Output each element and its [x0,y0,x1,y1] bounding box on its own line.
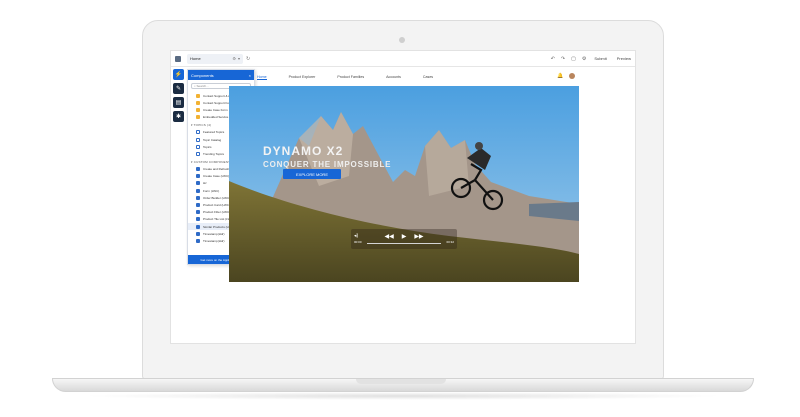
nav-item[interactable]: Cases [423,75,433,79]
builder-topbar: Home ⚙ ▾ ↻ ↶ ↷ ▢ ⚙ Submit Preview [171,51,635,67]
theme-icon[interactable]: ✎ [173,83,184,94]
play-icon[interactable]: ▶ [402,233,407,240]
seek-bar[interactable] [367,243,441,244]
yellow-component-icon [196,100,200,105]
blue-component-icon [196,174,200,179]
submit-button[interactable]: Submit [592,55,608,62]
pages-icon[interactable]: ▤ [173,97,184,108]
builder-icon-rail: ⚡ ✎ ▤ ✱ [173,69,187,129]
components-icon[interactable]: ⚡ [173,69,184,80]
explore-more-button[interactable]: EXPLORE MORE [283,169,341,179]
nav-item[interactable]: Product Families [337,75,364,79]
component-label: Order Builder (LWC) [203,195,231,200]
component-label: Topic Catalog [203,137,222,142]
nav-item[interactable]: Accounts [386,75,401,79]
blue-component-icon [196,231,200,236]
tab-home-label: Home [190,56,201,61]
component-label: Trending Topics [203,151,225,156]
component-label: Featured Topics [203,130,225,135]
blue-component-icon [196,203,200,208]
bell-icon[interactable]: 🔔 [557,73,563,79]
search-placeholder: Search... [196,84,209,88]
component-label: Timestamp(Hdr) [203,231,225,236]
blue-component-icon [196,210,200,215]
blue-component-icon [196,188,200,193]
tab-home[interactable]: Home ⚙ ▾ [187,53,243,64]
yellow-component-icon [196,115,200,120]
laptop-screen: Home ⚙ ▾ ↻ ↶ ↷ ▢ ⚙ Submit Preview ⚡ ✎ ▤ … [170,50,636,344]
hero-title: DYNAMO X2 [263,144,344,158]
webcam-icon [399,37,405,43]
gear-icon[interactable]: ⚙ [582,56,586,62]
site-nav: Home Product Explorer Product Families Acco… [257,73,577,81]
blue-component-icon [196,217,200,222]
hero-banner: DYNAMO X2 CONQUER THE IMPOSSIBLE EXPLORE… [229,86,579,282]
outline-component-icon [196,130,200,135]
remaining-time: 00:32 [446,240,454,244]
close-icon[interactable]: × [249,73,251,78]
mountain-bike-photo [229,86,579,282]
component-label: Form (LWC) [203,188,220,193]
component-label: Topics [203,144,212,149]
hero-subtitle: CONQUER THE IMPOSSIBLE [263,160,392,169]
fast-forward-icon[interactable]: ▶▶ [414,233,423,240]
yellow-component-icon [196,107,200,112]
avatar[interactable] [569,73,576,79]
undo-icon[interactable]: ↶ [551,56,555,62]
nav-item[interactable]: Home [257,75,267,80]
blue-component-icon [196,238,200,243]
preview-button[interactable]: Preview [615,55,633,62]
rewind-icon[interactable]: ◀◀ [384,233,393,240]
component-label: Timestamp(Hdr) [203,238,225,243]
component-label: Create Case Form [203,107,228,112]
elapsed-time: 00:00 [354,240,362,244]
app-launcher-icon[interactable] [175,55,181,62]
outline-component-icon [196,144,200,149]
yellow-component-icon [196,93,200,98]
device-icon[interactable]: ▢ [571,56,576,62]
component-label: Product Filter (LWC) [203,210,231,215]
blue-component-icon [196,181,200,186]
video-player: ◂) ◀◀ ▶ ▶▶ 00:00 00:32 [351,229,457,249]
settings-icon[interactable]: ⚙ [232,56,236,61]
component-label: Hz [203,181,207,186]
panel-title: Components [191,72,214,78]
blue-component-icon [196,224,200,229]
outline-component-icon [196,137,200,142]
search-icon: ⌕ [194,84,196,88]
laptop-shadow [80,392,726,400]
component-label: Create Case (LWC) [203,174,230,179]
outline-component-icon [196,151,200,156]
settings-rail-icon[interactable]: ✱ [173,111,184,122]
chevron-down-icon[interactable]: ▾ [238,56,240,61]
laptop-notch [356,379,446,384]
nav-item[interactable]: Product Explorer [289,75,316,79]
blue-component-icon [196,167,200,172]
component-label: Product Card (LWC) [203,203,230,208]
refresh-icon[interactable]: ↻ [246,56,250,62]
blue-component-icon [196,195,200,200]
redo-icon[interactable]: ↷ [561,56,565,62]
panel-header: Components × [188,70,254,80]
